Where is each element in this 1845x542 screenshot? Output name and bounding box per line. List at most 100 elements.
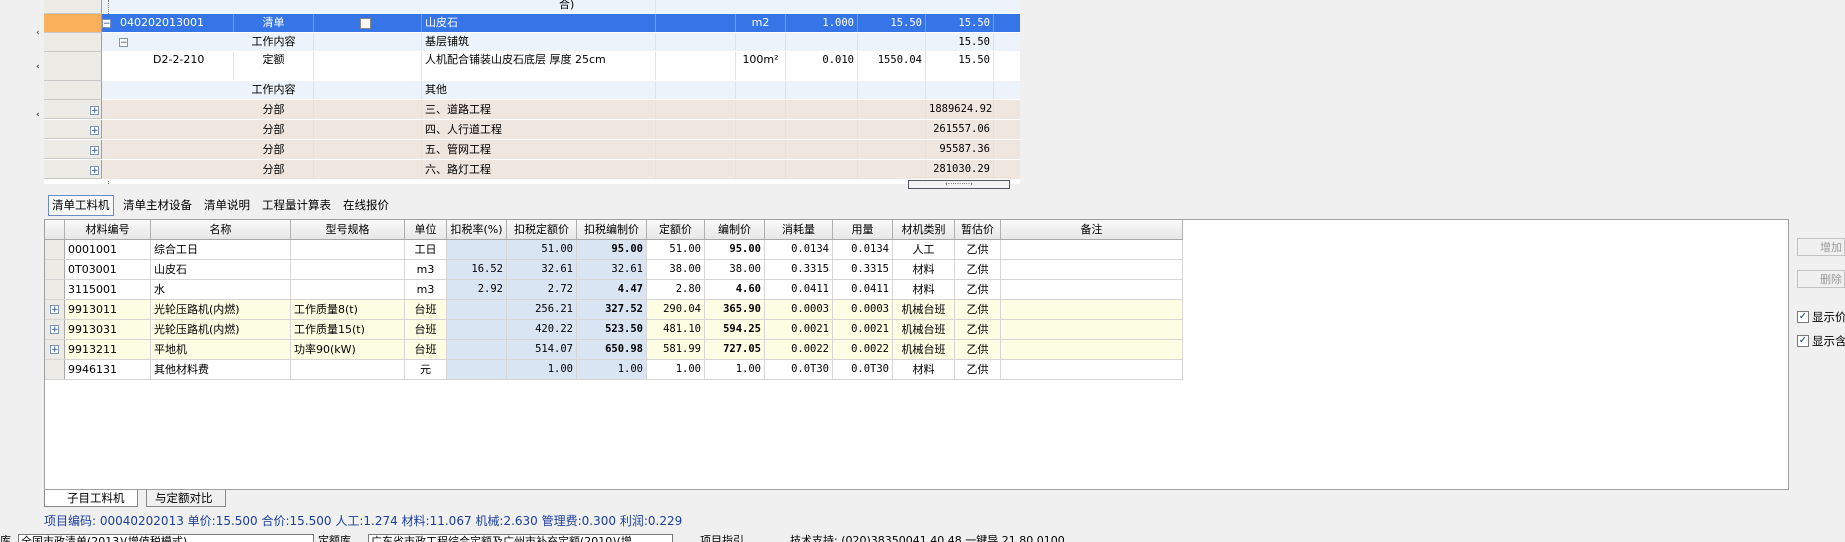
bill-library-select[interactable]: 全国市政清单(2013)(增值税模式) — [18, 534, 314, 542]
quota-price[interactable]: 1.00 — [647, 360, 705, 379]
usage[interactable]: 0.0022 — [833, 340, 893, 359]
material-name[interactable]: 山皮石 — [151, 260, 291, 279]
material-name[interactable]: 综合工日 — [151, 240, 291, 259]
tab-quantity-calc[interactable]: 工程量计算表 — [259, 195, 334, 215]
tax-rate[interactable]: 2.92 — [447, 280, 507, 299]
plus-box-icon[interactable]: + — [50, 345, 59, 355]
col-header[interactable]: 名称 — [151, 220, 291, 239]
material-name[interactable]: 平地机 — [151, 340, 291, 359]
tax-quota-price[interactable]: 32.61 — [507, 260, 577, 279]
tax-quota-price[interactable]: 514.07 — [507, 340, 577, 359]
quota-price[interactable]: 51.00 — [647, 240, 705, 259]
item-name[interactable]: 其他 — [422, 81, 656, 99]
material-unit[interactable]: 工日 — [405, 240, 447, 259]
left-arrow-icon[interactable]: ‹ — [36, 106, 44, 124]
col-header[interactable]: 扣税编制价 — [577, 220, 647, 239]
row-header[interactable] — [44, 33, 102, 52]
material-spec[interactable]: 功率90(kW) — [291, 340, 405, 359]
col-header[interactable]: 定额价 — [647, 220, 705, 239]
row-header[interactable] — [45, 260, 65, 279]
usage[interactable]: 0.0003 — [833, 300, 893, 319]
material-spec[interactable] — [291, 240, 405, 259]
material-unit[interactable]: 台班 — [405, 300, 447, 319]
consumption[interactable]: 0.3315 — [765, 260, 833, 279]
col-header[interactable]: 消耗量 — [765, 220, 833, 239]
tab-bill-materials[interactable]: 清单工料机 — [48, 195, 114, 216]
table-row[interactable]: 9946131 其他材料费 元 1.00 1.00 1.00 1.00 0.0T… — [45, 360, 1183, 380]
category[interactable]: 人工 — [893, 240, 955, 259]
tax-rate[interactable] — [447, 300, 507, 319]
material-code[interactable]: 9946131 — [65, 360, 151, 379]
provisional[interactable]: 乙供 — [955, 320, 1001, 339]
material-spec[interactable] — [291, 280, 405, 299]
usage[interactable]: 0.0134 — [833, 240, 893, 259]
budget-price[interactable]: 95.00 — [705, 240, 765, 259]
tax-rate[interactable] — [447, 360, 507, 379]
tax-budget-price[interactable]: 4.47 — [577, 280, 647, 299]
tree-row-partial[interactable]: 合) — [102, 0, 1020, 14]
budget-price[interactable]: 727.05 — [705, 340, 765, 359]
tax-rate[interactable] — [447, 340, 507, 359]
tree-row-work-content[interactable]: − 工作内容 基层铺筑 15.50 — [102, 33, 1020, 52]
col-header[interactable]: 型号规格 — [291, 220, 405, 239]
usage[interactable]: 0.0T30 — [833, 360, 893, 379]
row-header-selected[interactable] — [44, 14, 102, 33]
minus-box-icon[interactable]: − — [119, 38, 128, 48]
material-code[interactable]: 0001001 — [65, 240, 151, 259]
item-name[interactable]: 山皮石 — [422, 14, 656, 32]
note[interactable] — [1001, 360, 1183, 379]
category[interactable]: 材料 — [893, 360, 955, 379]
row-header[interactable]: + — [45, 300, 65, 319]
tax-budget-price[interactable]: 32.61 — [577, 260, 647, 279]
table-row[interactable]: + 9913211 平地机 功率90(kW) 台班 514.07 650.98 … — [45, 340, 1183, 360]
material-spec[interactable] — [291, 260, 405, 279]
tax-quota-price[interactable]: 256.21 — [507, 300, 577, 319]
usage[interactable]: 0.3315 — [833, 260, 893, 279]
plus-box-icon[interactable]: + — [50, 305, 59, 315]
col-header[interactable]: 材料编号 — [65, 220, 151, 239]
consumption[interactable]: 0.0003 — [765, 300, 833, 319]
note[interactable] — [1001, 300, 1183, 319]
tax-quota-price[interactable]: 420.22 — [507, 320, 577, 339]
material-unit[interactable]: 台班 — [405, 340, 447, 359]
project-guide-link[interactable]: 项目指引 — [700, 534, 744, 542]
row-header[interactable] — [45, 360, 65, 379]
tree-row-division[interactable]: + 分部 五、管网工程 95587.36 — [90, 140, 1020, 160]
item-name[interactable]: 人机配合铺装山皮石底层 厚度 25cm — [422, 52, 656, 80]
col-header[interactable]: 暂估价 — [955, 220, 1001, 239]
material-unit[interactable]: m3 — [405, 280, 447, 299]
provisional[interactable]: 乙供 — [955, 300, 1001, 319]
usage[interactable]: 0.0021 — [833, 320, 893, 339]
material-name[interactable]: 水 — [151, 280, 291, 299]
row-header[interactable] — [45, 280, 65, 299]
plus-box-icon[interactable]: + — [50, 325, 59, 335]
tax-rate[interactable]: 16.52 — [447, 260, 507, 279]
material-spec[interactable] — [291, 360, 405, 379]
material-spec[interactable]: 工作质量8(t) — [291, 300, 405, 319]
tree-row-work-content[interactable]: 工作内容 其他 — [102, 81, 1020, 100]
col-header[interactable]: 编制价 — [705, 220, 765, 239]
consumption[interactable]: 0.0134 — [765, 240, 833, 259]
material-name[interactable]: 光轮压路机(内燃) — [151, 300, 291, 319]
quota-price[interactable]: 581.99 — [647, 340, 705, 359]
row-header[interactable] — [44, 81, 102, 100]
material-code[interactable]: 9913031 — [65, 320, 151, 339]
minus-box-icon[interactable]: − — [102, 19, 111, 29]
category[interactable]: 材料 — [893, 280, 955, 299]
tree-row-bill-item[interactable]: − 040202013001 清单 山皮石 m2 1.000 15.50 15.… — [102, 14, 1020, 33]
note[interactable] — [1001, 340, 1183, 359]
plus-box-icon[interactable]: + — [90, 146, 99, 156]
tree-row-division[interactable]: + 分部 六、路灯工程 281030.29 — [90, 160, 1020, 180]
note[interactable] — [1001, 280, 1183, 299]
quota-price[interactable]: 38.00 — [647, 260, 705, 279]
row-checkbox[interactable] — [360, 18, 371, 29]
left-arrow-icon[interactable]: ‹ — [36, 24, 44, 42]
material-unit[interactable]: 元 — [405, 360, 447, 379]
add-button[interactable]: 增加 — [1797, 238, 1845, 256]
budget-price[interactable]: 4.60 — [705, 280, 765, 299]
quota-library-select[interactable]: 广东省市政工程综合定额及广州市补充定额(2010)(增 — [368, 534, 673, 542]
consumption[interactable]: 0.0411 — [765, 280, 833, 299]
material-spec[interactable]: 工作质量15(t) — [291, 320, 405, 339]
material-code[interactable]: 9913211 — [65, 340, 151, 359]
provisional[interactable]: 乙供 — [955, 240, 1001, 259]
